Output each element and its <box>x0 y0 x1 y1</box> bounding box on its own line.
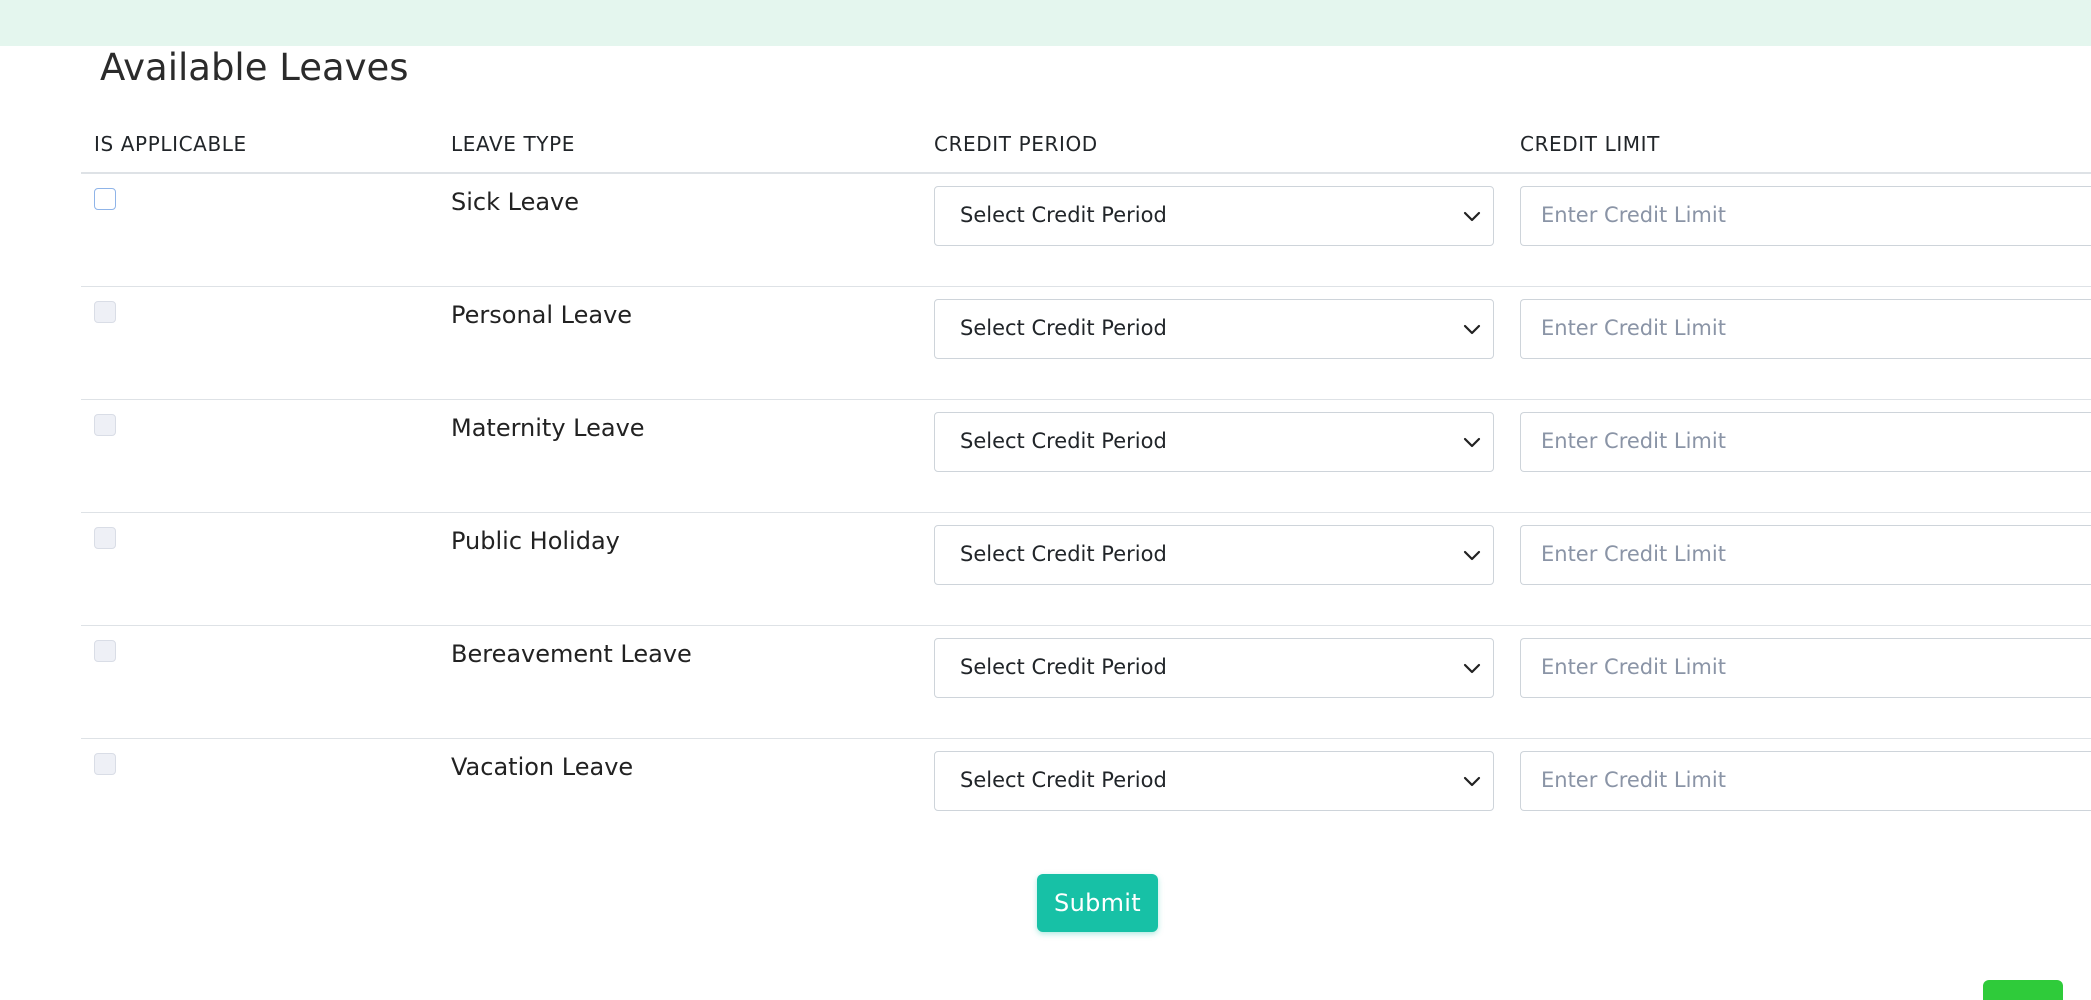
credit-limit-placeholder: Enter Credit Limit <box>1541 542 1726 566</box>
table-row: Public Holiday Select Credit Period Ente… <box>81 513 2091 626</box>
leave-type-label: Vacation Leave <box>451 753 634 781</box>
header-credit-period: CREDIT PERIOD <box>934 132 1098 156</box>
leave-type-label: Personal Leave <box>451 301 633 329</box>
is-applicable-checkbox[interactable] <box>94 301 116 323</box>
chevron-down-icon <box>1463 776 1481 787</box>
credit-limit-input[interactable]: Enter Credit Limit <box>1520 638 2091 698</box>
table-row: Sick Leave Select Credit Period Enter Cr… <box>81 174 2091 287</box>
credit-period-value: Select Credit Period <box>960 655 1167 679</box>
credit-period-select[interactable]: Select Credit Period <box>934 412 1494 472</box>
credit-limit-placeholder: Enter Credit Limit <box>1541 429 1726 453</box>
leave-type-label: Sick Leave <box>451 188 580 216</box>
leave-type-label: Maternity Leave <box>451 414 645 442</box>
credit-period-value: Select Credit Period <box>960 429 1167 453</box>
table-header: IS APPLICABLE LEAVE TYPE CREDIT PERIOD C… <box>81 120 2091 174</box>
credit-limit-placeholder: Enter Credit Limit <box>1541 316 1726 340</box>
chevron-down-icon <box>1463 437 1481 448</box>
credit-period-select[interactable]: Select Credit Period <box>934 299 1494 359</box>
chevron-down-icon <box>1463 211 1481 222</box>
credit-period-value: Select Credit Period <box>960 203 1167 227</box>
header-credit-limit: CREDIT LIMIT <box>1520 132 1660 156</box>
top-banner <box>0 0 2091 46</box>
credit-limit-placeholder: Enter Credit Limit <box>1541 655 1726 679</box>
is-applicable-checkbox[interactable] <box>94 188 116 210</box>
credit-limit-input[interactable]: Enter Credit Limit <box>1520 525 2091 585</box>
credit-limit-placeholder: Enter Credit Limit <box>1541 203 1726 227</box>
credit-period-select[interactable]: Select Credit Period <box>934 186 1494 246</box>
credit-period-select[interactable]: Select Credit Period <box>934 525 1494 585</box>
leaves-table: IS APPLICABLE LEAVE TYPE CREDIT PERIOD C… <box>81 120 2091 851</box>
page-title: Available Leaves <box>100 46 409 89</box>
credit-period-select[interactable]: Select Credit Period <box>934 638 1494 698</box>
credit-limit-input[interactable]: Enter Credit Limit <box>1520 412 2091 472</box>
credit-period-value: Select Credit Period <box>960 316 1167 340</box>
leave-type-label: Public Holiday <box>451 527 620 555</box>
corner-action-button[interactable] <box>1983 980 2063 1000</box>
table-row: Bereavement Leave Select Credit Period E… <box>81 626 2091 739</box>
credit-limit-input[interactable]: Enter Credit Limit <box>1520 299 2091 359</box>
credit-limit-placeholder: Enter Credit Limit <box>1541 768 1726 792</box>
is-applicable-checkbox[interactable] <box>94 414 116 436</box>
credit-limit-input[interactable]: Enter Credit Limit <box>1520 751 2091 811</box>
leave-type-label: Bereavement Leave <box>451 640 692 668</box>
table-row: Vacation Leave Select Credit Period Ente… <box>81 739 2091 851</box>
is-applicable-checkbox[interactable] <box>94 640 116 662</box>
is-applicable-checkbox[interactable] <box>94 527 116 549</box>
credit-period-value: Select Credit Period <box>960 542 1167 566</box>
credit-period-value: Select Credit Period <box>960 768 1167 792</box>
chevron-down-icon <box>1463 663 1481 674</box>
table-row: Maternity Leave Select Credit Period Ent… <box>81 400 2091 513</box>
header-leave-type: LEAVE TYPE <box>451 132 575 156</box>
credit-limit-input[interactable]: Enter Credit Limit <box>1520 186 2091 246</box>
submit-button[interactable]: Submit <box>1037 874 1158 932</box>
chevron-down-icon <box>1463 550 1481 561</box>
is-applicable-checkbox[interactable] <box>94 753 116 775</box>
table-row: Personal Leave Select Credit Period Ente… <box>81 287 2091 400</box>
credit-period-select[interactable]: Select Credit Period <box>934 751 1494 811</box>
chevron-down-icon <box>1463 324 1481 335</box>
header-is-applicable: IS APPLICABLE <box>94 132 247 156</box>
